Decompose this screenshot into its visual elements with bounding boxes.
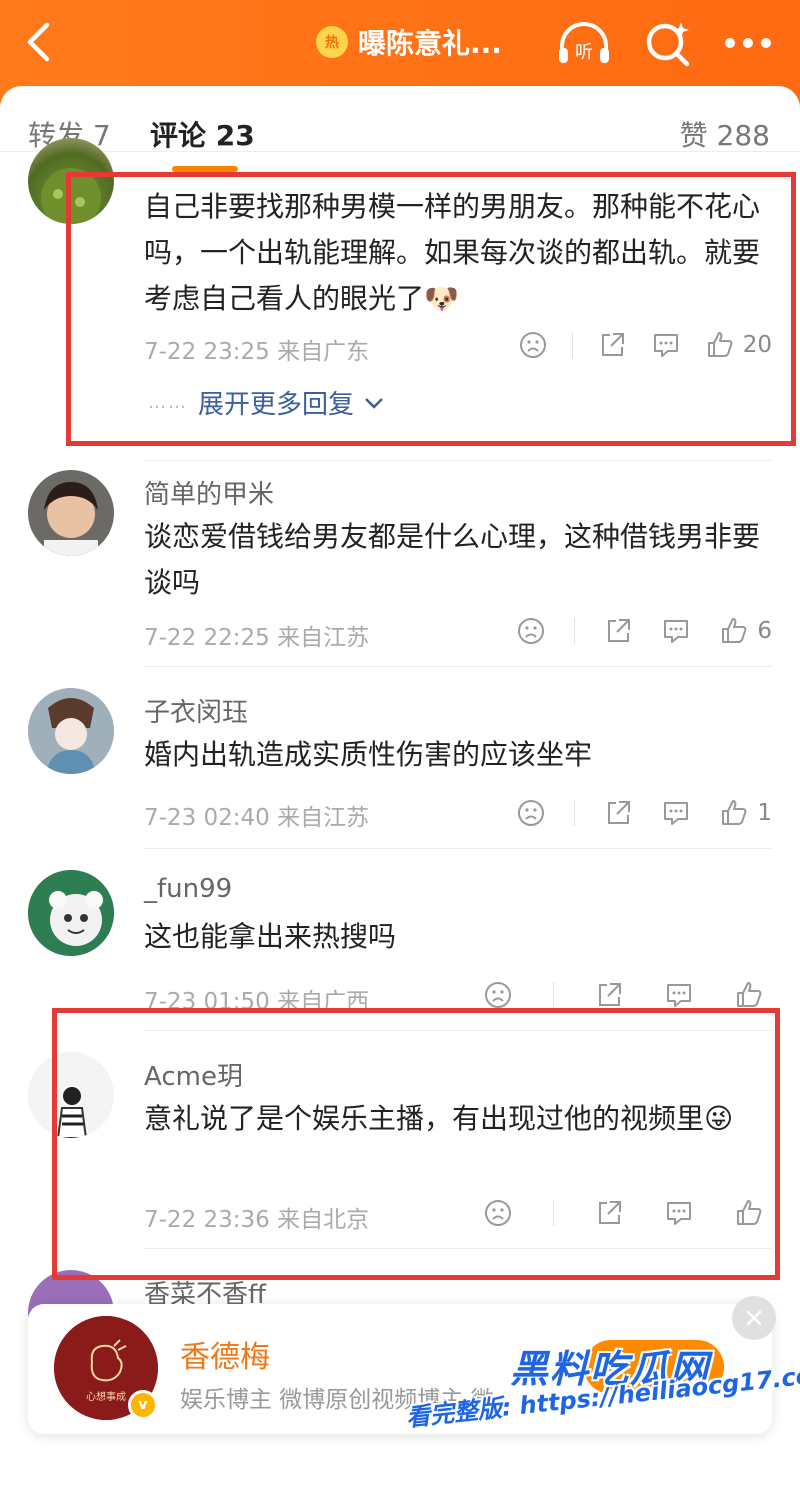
chevron-left-icon	[27, 22, 50, 62]
share-icon	[599, 983, 621, 1006]
card-avatar-text: 心想事成	[86, 1390, 126, 1403]
listen-label: 听	[575, 42, 593, 63]
comment-divider	[144, 666, 772, 667]
page-title-text: 曝陈意礼...	[358, 27, 502, 60]
action-separator	[553, 982, 554, 1008]
thumbs-up-icon	[722, 800, 747, 825]
close-card-button[interactable]	[732, 1296, 776, 1340]
thumbs-up-icon	[737, 982, 762, 1007]
comment-text: 谈恋爱借钱给男友都是什么心理，这种借钱男非要谈吗	[144, 520, 761, 599]
avatar[interactable]	[28, 688, 114, 774]
listen-button[interactable]: 听	[556, 18, 612, 68]
highlight-box	[52, 1008, 780, 1280]
comment-text: 婚内出轨造成实质性伤害的应该坐牢	[144, 738, 593, 771]
comment-location: 来自江苏	[277, 805, 370, 831]
tab-comments[interactable]: 评论 23	[150, 114, 255, 154]
top-bar: 热 曝陈意礼... 听	[0, 0, 800, 100]
comment-bubble-icon	[667, 984, 691, 1007]
comment-time: 7-22 22:25	[144, 625, 270, 651]
close-icon	[746, 1310, 762, 1326]
dislike-button[interactable]	[516, 616, 546, 646]
frown-face-icon	[518, 800, 545, 826]
like-button[interactable]: 1	[719, 798, 772, 828]
frown-face-icon	[518, 618, 545, 644]
reply-button[interactable]	[661, 798, 691, 828]
search-sparkle-icon	[646, 22, 690, 67]
comment-divider	[144, 460, 772, 461]
hot-badge: 热	[316, 26, 348, 58]
avatar-image	[28, 470, 114, 556]
share-icon	[608, 619, 631, 642]
more-dots-icon	[725, 38, 771, 48]
verified-badge: v	[128, 1390, 158, 1420]
like-count: 6	[757, 618, 772, 644]
comment-author[interactable]: 简单的甲米	[144, 474, 274, 511]
share-button[interactable]	[603, 798, 633, 828]
frown-face-icon	[485, 982, 511, 1008]
comment-bubble-icon	[664, 620, 689, 643]
highlight-box	[66, 172, 796, 446]
page-title[interactable]: 热 曝陈意礼...	[316, 22, 502, 62]
reply-button[interactable]	[661, 616, 691, 646]
like-button[interactable]	[734, 980, 772, 1010]
comment-actions: 1	[516, 796, 772, 830]
share-button[interactable]	[594, 980, 624, 1010]
comment-location: 来自江苏	[277, 625, 370, 651]
comment-author[interactable]: _fun99	[144, 874, 232, 904]
avatar-image	[28, 688, 114, 774]
card-name[interactable]: 香德梅	[180, 1332, 270, 1376]
tab-likes[interactable]: 赞 288	[680, 114, 770, 154]
avatar-image	[28, 870, 114, 956]
action-separator	[574, 618, 576, 644]
dislike-button[interactable]	[483, 980, 513, 1010]
back-button[interactable]	[18, 20, 58, 64]
share-button[interactable]	[603, 616, 633, 646]
like-button[interactable]: 6	[719, 616, 772, 646]
avatar[interactable]	[28, 870, 114, 956]
headphones-icon: 听	[559, 22, 609, 63]
avatar[interactable]	[28, 470, 114, 556]
more-button[interactable]	[720, 18, 776, 68]
search-button[interactable]	[640, 18, 696, 68]
comment-meta: 7-23 02:40 来自江苏	[144, 798, 369, 832]
share-icon	[608, 801, 631, 824]
comment-actions	[483, 978, 772, 1012]
comment-meta: 7-22 22:25 来自江苏	[144, 618, 369, 652]
like-count: 1	[757, 800, 772, 826]
reply-button[interactable]	[664, 980, 694, 1010]
dislike-button[interactable]	[516, 798, 546, 828]
comment-actions: 6	[516, 614, 772, 648]
tab-bar: 转发 7 评论 23 赞 288	[0, 86, 800, 152]
comment-author[interactable]: 子衣闵珏	[144, 692, 248, 729]
comment-text: 这也能拿出来热搜吗	[144, 920, 397, 953]
comment-divider	[144, 848, 772, 849]
comment-time: 7-23 02:40	[144, 805, 270, 831]
comment-bubble-icon	[664, 802, 689, 825]
action-separator	[574, 800, 576, 826]
thumbs-up-icon	[722, 618, 747, 643]
